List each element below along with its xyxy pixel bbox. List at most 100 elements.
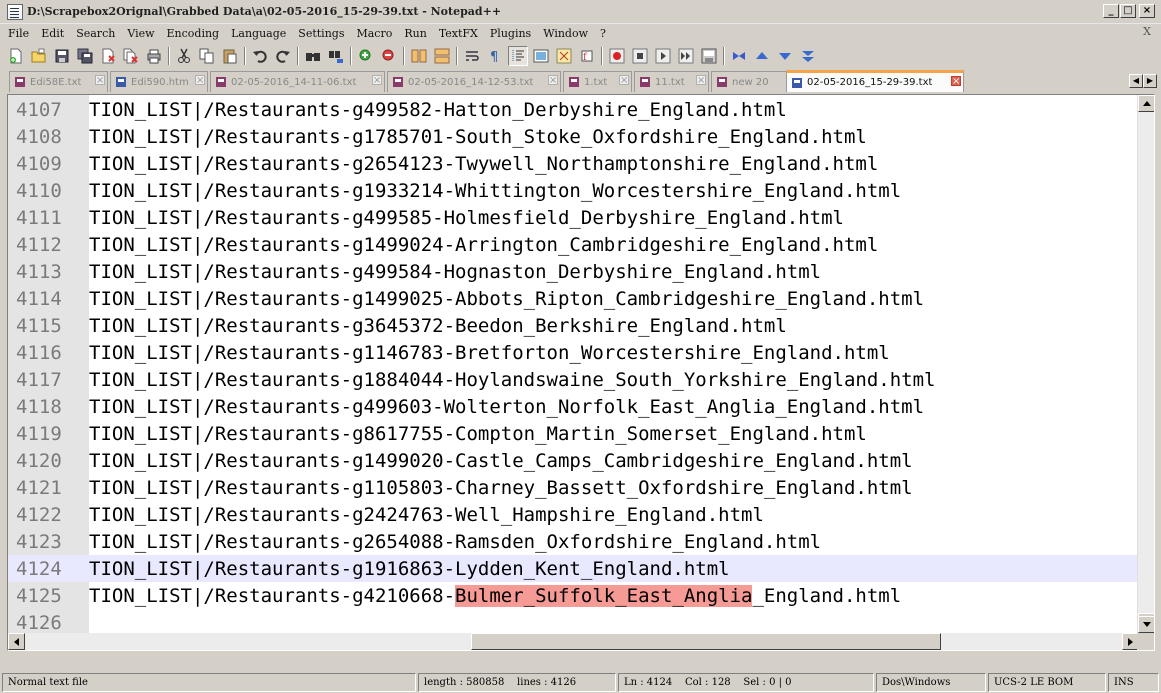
last-diff-icon[interactable]: [798, 46, 818, 66]
function-list-icon[interactable]: f: [577, 46, 597, 66]
word-wrap-icon[interactable]: [462, 46, 482, 66]
replace-icon[interactable]: [326, 46, 346, 66]
editor-line[interactable]: 4125 TION_LIST|/Restaurants-g4210668-Bulm…: [8, 582, 1139, 609]
menu-window[interactable]: Window: [537, 27, 594, 40]
tab-close-icon[interactable]: ×: [548, 75, 558, 86]
close-all-icon[interactable]: [121, 46, 141, 66]
tab-02-05-2016-14-12-53[interactable]: 02-05-2016_14-12-53.txt ×: [387, 71, 561, 92]
menu-language[interactable]: Language: [225, 27, 292, 40]
tab-02-05-2016-15-29-39[interactable]: 02-05-2016_15-29-39.txt ×: [786, 70, 964, 92]
paste-icon[interactable]: [220, 46, 240, 66]
sync-vertical-icon[interactable]: [409, 46, 429, 66]
current-line[interactable]: 4124 TION_LIST|/Restaurants-g1916863-Lydd…: [8, 555, 1139, 582]
open-file-icon[interactable]: [29, 46, 49, 66]
editor-line[interactable]: 4111 TION_LIST|/Restaurants-g499585-Holme…: [8, 204, 1139, 231]
copy-icon[interactable]: [197, 46, 217, 66]
run-multiple-icon[interactable]: [676, 46, 696, 66]
editor-line[interactable]: 4119 TION_LIST|/Restaurants-g8617755-Comp…: [8, 420, 1139, 447]
prev-diff-icon[interactable]: [752, 46, 772, 66]
editor-line[interactable]: 4118 TION_LIST|/Restaurants-g499603-Wolte…: [8, 393, 1139, 420]
tab-label: 02-05-2016_14-11-06.txt: [231, 76, 357, 88]
close-document-button[interactable]: X: [1143, 25, 1151, 38]
new-file-icon[interactable]: [6, 46, 26, 66]
find-icon[interactable]: [303, 46, 323, 66]
status-encoding[interactable]: UCS-2 LE BOM: [988, 673, 1106, 692]
tab-edi58e[interactable]: Edi58E.txt ×: [9, 71, 108, 92]
menu-settings[interactable]: Settings: [292, 27, 350, 40]
editor-line[interactable]: 4115 TION_LIST|/Restaurants-g3645372-Beed…: [8, 312, 1139, 339]
editor-line[interactable]: 4112 TION_LIST|/Restaurants-g1499024-Arri…: [8, 231, 1139, 258]
editor-line[interactable]: 4113 TION_LIST|/Restaurants-g499584-Hogna…: [8, 258, 1139, 285]
editor-line[interactable]: 4120 TION_LIST|/Restaurants-g1499020-Cast…: [8, 447, 1139, 474]
record-macro-icon[interactable]: [607, 46, 627, 66]
tab-close-icon[interactable]: ×: [619, 75, 629, 86]
tab-edi590[interactable]: Edi590.htm ×: [110, 71, 208, 92]
doc-map-icon[interactable]: [554, 46, 574, 66]
editor-line[interactable]: 4108 TION_LIST|/Restaurants-g1785701-Sout…: [8, 123, 1139, 150]
editor-line[interactable]: 4107 TION_LIST|/Restaurants-g499582-Hatto…: [8, 96, 1139, 123]
scroll-down-icon[interactable]: [1138, 616, 1154, 633]
menu-plugins[interactable]: Plugins: [484, 27, 537, 40]
editor-line[interactable]: 4114 TION_LIST|/Restaurants-g1499025-Abbo…: [8, 285, 1139, 312]
sync-horizontal-icon[interactable]: [432, 46, 452, 66]
text-editor[interactable]: 4107 TION_LIST|/Restaurants-g499582-Hatto…: [7, 94, 1155, 651]
tab-close-icon[interactable]: ×: [951, 76, 961, 87]
redo-icon[interactable]: [273, 46, 293, 66]
horizontal-scrollbar[interactable]: [8, 633, 1139, 650]
editor-line[interactable]: 4123 TION_LIST|/Restaurants-g2654088-Rams…: [8, 528, 1139, 555]
vertical-scrollbar[interactable]: [1137, 95, 1154, 633]
editor-line[interactable]: 4126: [8, 609, 1139, 636]
status-insert-mode[interactable]: INS: [1108, 673, 1159, 692]
maximize-button[interactable]: □: [1120, 4, 1136, 18]
editor-line[interactable]: 4117 TION_LIST|/Restaurants-g1884044-Hoyl…: [8, 366, 1139, 393]
save-macro-icon[interactable]: [699, 46, 719, 66]
zoom-in-icon[interactable]: [356, 46, 376, 66]
close-window-button[interactable]: ×: [1139, 4, 1155, 18]
show-all-chars-icon[interactable]: ¶: [485, 46, 505, 66]
editor-line[interactable]: 4116 TION_LIST|/Restaurants-g1146783-Bret…: [8, 339, 1139, 366]
next-diff-icon[interactable]: [775, 46, 795, 66]
compare-icon[interactable]: [729, 46, 749, 66]
tab-scroll-right-icon[interactable]: ▶: [1143, 74, 1157, 88]
print-icon[interactable]: [144, 46, 164, 66]
tab-new-20[interactable]: new 20: [711, 71, 787, 92]
menu-search[interactable]: Search: [70, 27, 121, 40]
scroll-left-icon[interactable]: [8, 633, 25, 650]
editor-line[interactable]: 4110 TION_LIST|/Restaurants-g1933214-Whit…: [8, 177, 1139, 204]
menu-help[interactable]: ?: [594, 27, 612, 40]
close-icon[interactable]: [98, 46, 118, 66]
menu-macro[interactable]: Macro: [350, 27, 398, 40]
tab-02-05-2016-14-11-06[interactable]: 02-05-2016_14-11-06.txt ×: [210, 71, 385, 92]
user-lang-icon[interactable]: [531, 46, 551, 66]
tab-11-txt[interactable]: 11.txt ×: [634, 71, 709, 92]
menu-encoding[interactable]: Encoding: [161, 27, 226, 40]
menu-file[interactable]: File: [5, 27, 35, 40]
tab-1-txt[interactable]: 1.txt ×: [563, 71, 632, 92]
editor-line[interactable]: 4121 TION_LIST|/Restaurants-g1105803-Char…: [8, 474, 1139, 501]
scroll-up-icon[interactable]: [1138, 95, 1154, 112]
tab-close-icon[interactable]: ×: [696, 75, 706, 86]
cut-icon[interactable]: [174, 46, 194, 66]
zoom-out-icon[interactable]: [379, 46, 399, 66]
stop-record-icon[interactable]: [630, 46, 650, 66]
horizontal-scroll-thumb[interactable]: [471, 633, 941, 650]
tab-scroll-left-icon[interactable]: ◀: [1129, 74, 1143, 88]
tab-close-icon[interactable]: ×: [195, 75, 205, 86]
tab-close-icon[interactable]: ×: [95, 75, 105, 86]
menu-textfx[interactable]: TextFX: [433, 27, 484, 40]
title-bar[interactable]: D:\Scrapebox2Orignal\Grabbed Data\a\02-0…: [0, 0, 1161, 24]
save-icon[interactable]: [52, 46, 72, 66]
status-eol[interactable]: Dos\Windows: [876, 673, 986, 692]
play-macro-icon[interactable]: [653, 46, 673, 66]
minimize-button[interactable]: _: [1103, 4, 1119, 18]
menu-run[interactable]: Run: [398, 27, 432, 40]
editor-line[interactable]: 4122 TION_LIST|/Restaurants-g2424763-Well…: [8, 501, 1139, 528]
undo-icon[interactable]: [250, 46, 270, 66]
save-all-icon[interactable]: [75, 46, 95, 66]
menu-edit[interactable]: Edit: [35, 27, 70, 40]
menu-view[interactable]: View: [121, 27, 160, 40]
editor-line[interactable]: 4109 TION_LIST|/Restaurants-g2654123-Twyw…: [8, 150, 1139, 177]
indent-guide-icon[interactable]: [508, 45, 528, 66]
line-text: TION_LIST|/Restaurants-g1105803-Charney_…: [89, 476, 913, 499]
tab-close-icon[interactable]: ×: [372, 75, 382, 86]
